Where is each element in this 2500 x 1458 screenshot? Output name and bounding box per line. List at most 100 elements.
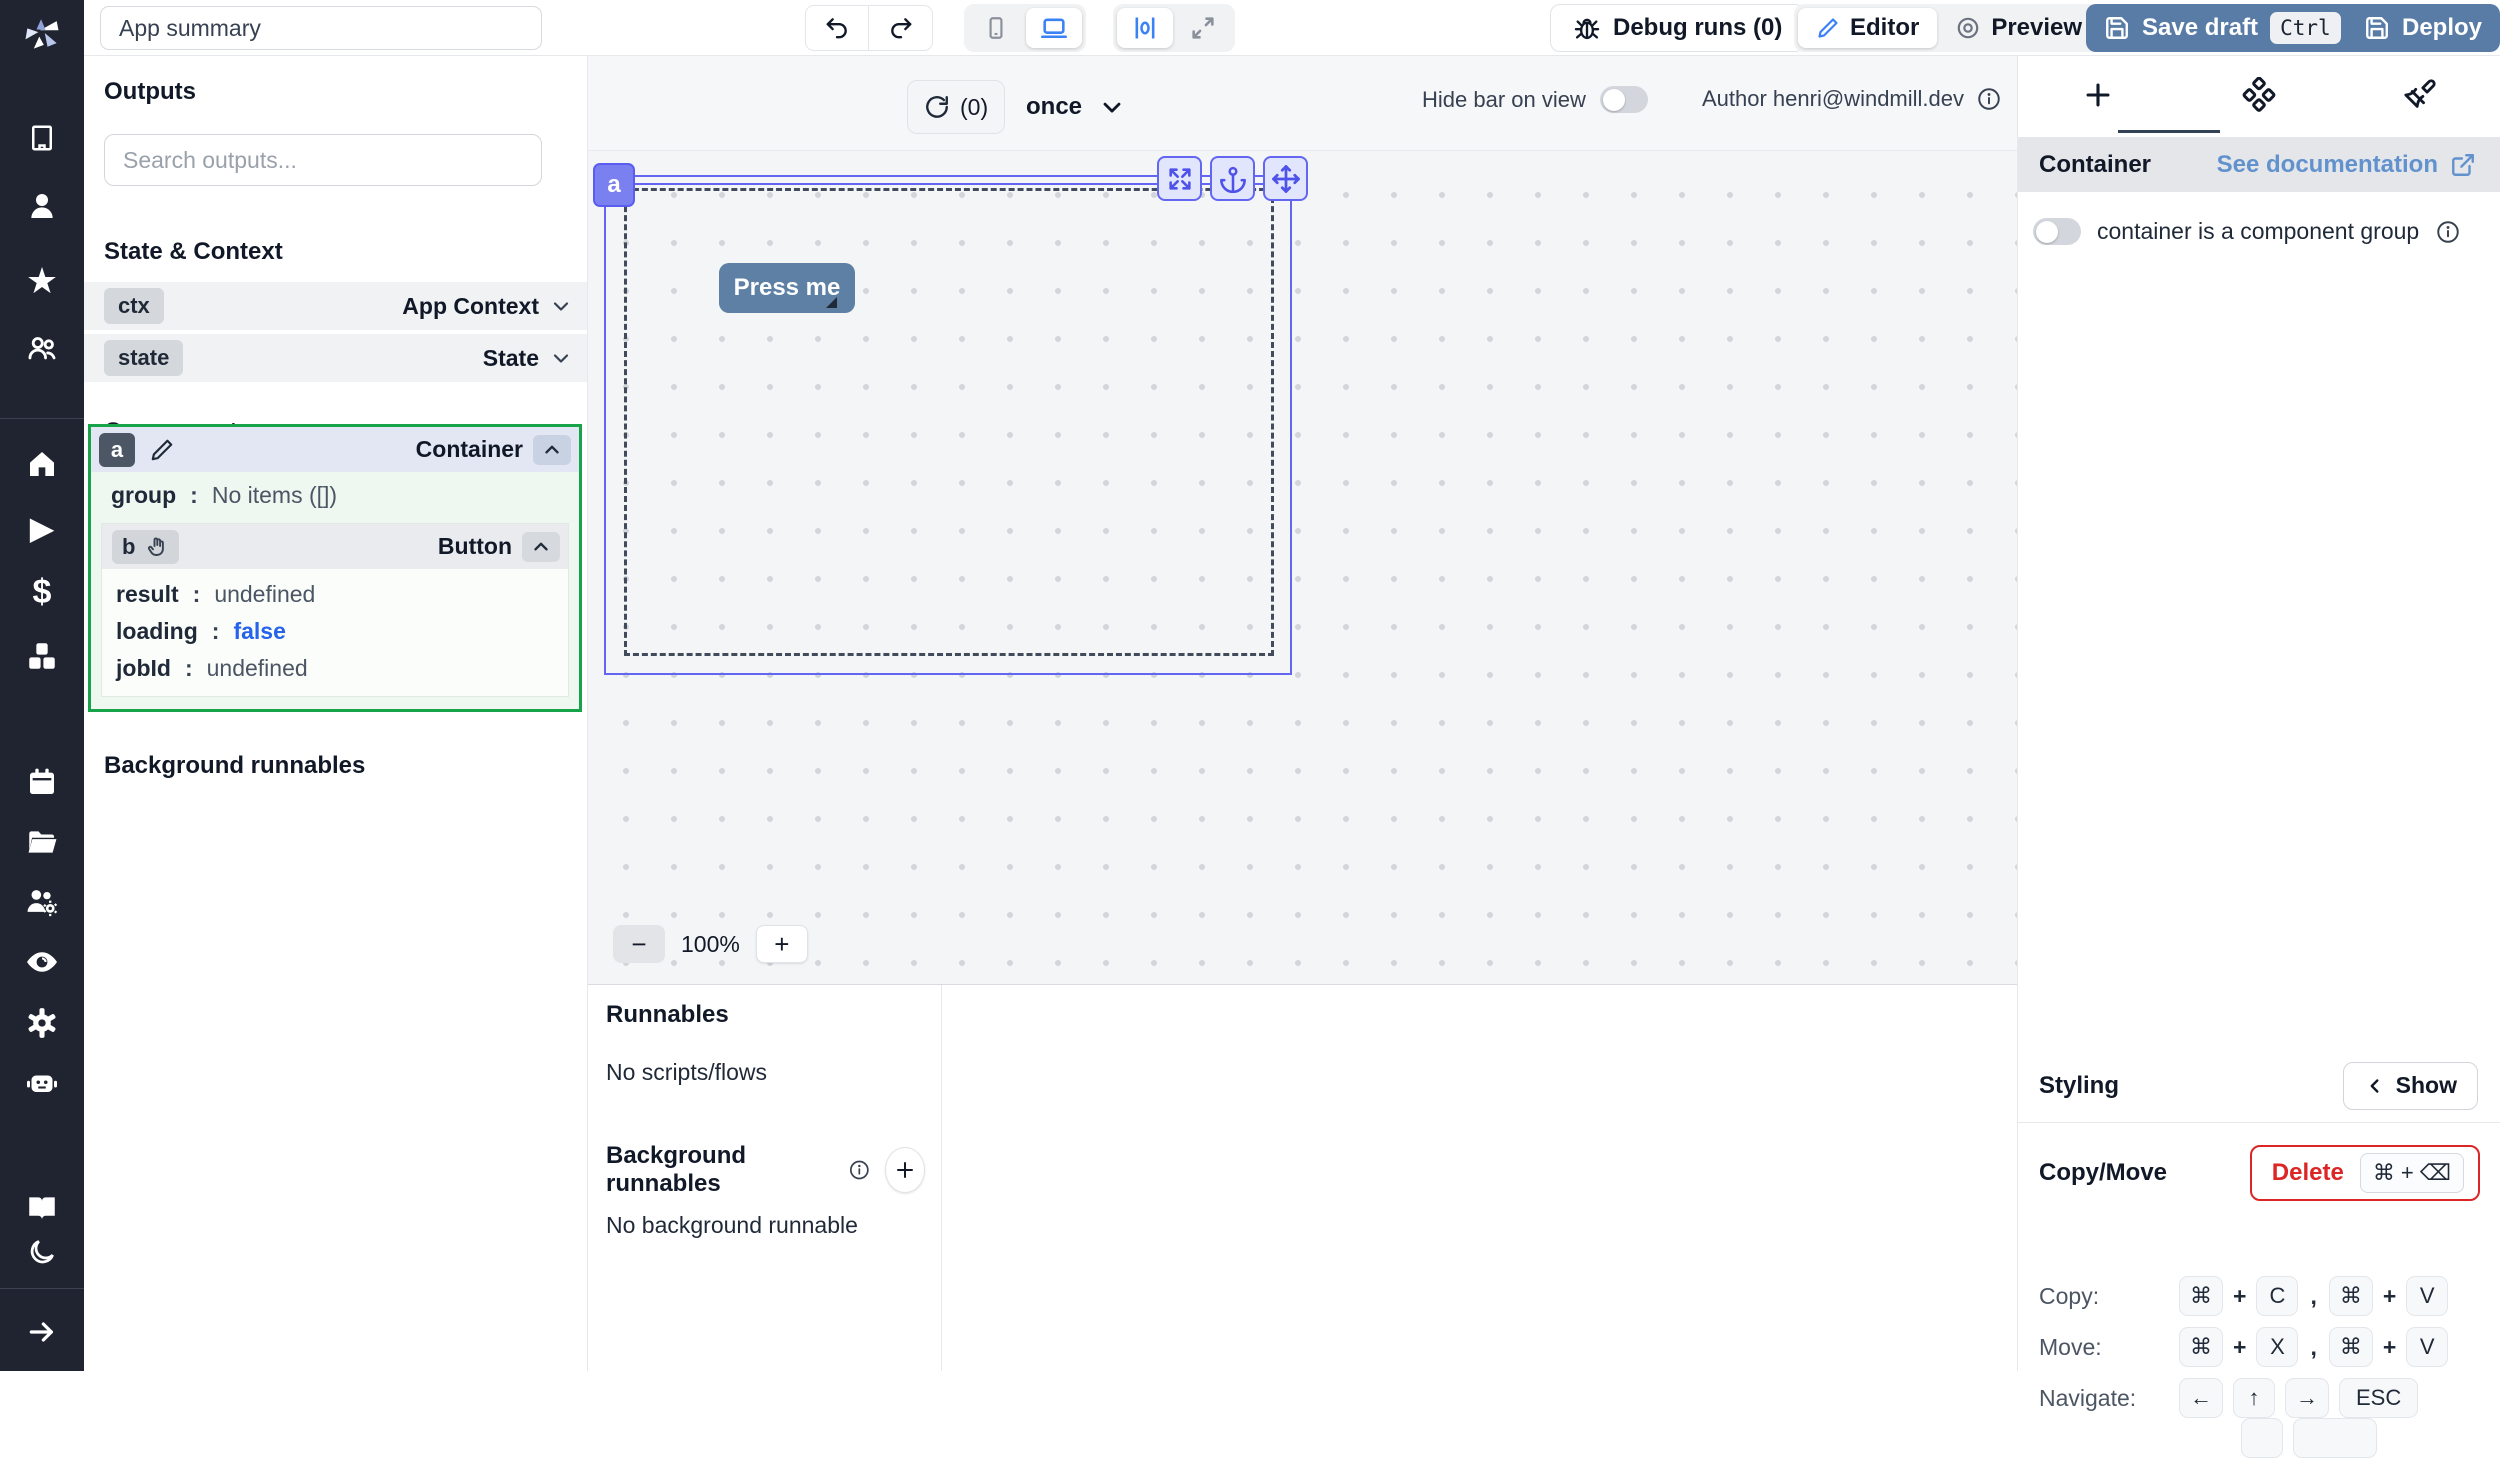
tab-preview[interactable]: Preview bbox=[1937, 8, 2100, 48]
move-handle[interactable] bbox=[1263, 156, 1308, 201]
sidebar-expand-button[interactable] bbox=[0, 1312, 84, 1352]
output-row-state[interactable]: state State bbox=[84, 334, 587, 382]
press-me-button[interactable]: Press me bbox=[719, 263, 855, 313]
app-rail: ★ ▶ $ bbox=[0, 0, 84, 1371]
schedule-dropdown[interactable]: once bbox=[1026, 80, 1126, 134]
pencil-icon[interactable] bbox=[149, 437, 175, 463]
mobile-view-button[interactable] bbox=[968, 8, 1024, 48]
hide-bar-toggle[interactable] bbox=[1600, 86, 1648, 113]
undo-icon bbox=[824, 15, 850, 41]
add-background-runnable-button[interactable] bbox=[885, 1147, 925, 1193]
background-runnables-header: Background runnables bbox=[606, 1142, 925, 1198]
sidebar-item-schedules[interactable] bbox=[0, 762, 84, 802]
container-component-header[interactable]: a Container bbox=[91, 427, 579, 472]
sidebar-item-workspace[interactable] bbox=[0, 118, 84, 158]
see-documentation-link[interactable]: See documentation bbox=[2217, 151, 2476, 179]
button-result-row: result : undefined bbox=[102, 569, 568, 610]
app-summary-input[interactable] bbox=[100, 6, 542, 50]
preview-icon bbox=[1955, 15, 1981, 41]
search-outputs-input[interactable] bbox=[104, 134, 542, 186]
anchor-icon bbox=[1219, 165, 1247, 193]
sidebar-item-theme[interactable] bbox=[0, 1232, 84, 1272]
cmd-key: ⌘ bbox=[2329, 1276, 2373, 1316]
delete-kbd-chip: ⌘ + ⌫ bbox=[2360, 1153, 2464, 1193]
rail-divider bbox=[0, 418, 84, 419]
windmill-logo[interactable] bbox=[0, 10, 84, 56]
sidebar-item-workers[interactable] bbox=[0, 882, 84, 922]
redo-button[interactable] bbox=[869, 5, 933, 51]
refresh-button[interactable]: (0) bbox=[907, 80, 1005, 134]
output-row-ctx[interactable]: ctx App Context bbox=[84, 282, 587, 330]
component-settings-header: Container See documentation bbox=[2018, 137, 2500, 192]
ctx-type-label: App Context bbox=[402, 293, 539, 320]
tab-editor[interactable]: Editor bbox=[1798, 8, 1937, 48]
sidebar-item-ai[interactable] bbox=[0, 1063, 84, 1103]
sidebar-item-folders[interactable] bbox=[0, 822, 84, 862]
play-icon: ▶ bbox=[30, 512, 55, 544]
zoom-out-button[interactable]: − bbox=[613, 925, 665, 963]
info-icon[interactable] bbox=[2435, 219, 2461, 245]
desktop-view-button[interactable] bbox=[1026, 8, 1082, 48]
runnables-list: Runnables No scripts/flows Background ru… bbox=[588, 985, 942, 1371]
expand-icon bbox=[1189, 14, 1217, 42]
preview-label: Preview bbox=[1991, 14, 2082, 42]
sidebar-item-user[interactable] bbox=[0, 186, 84, 226]
runnables-empty: No scripts/flows bbox=[606, 1059, 925, 1086]
move-shortcut-row: Move: ⌘ + X , ⌘ + V bbox=[2039, 1327, 2448, 1367]
v-key: V bbox=[2406, 1327, 2448, 1367]
paintbrush-icon bbox=[2403, 78, 2437, 112]
sidebar-item-home[interactable] bbox=[0, 444, 84, 484]
anchor-handle[interactable] bbox=[1210, 156, 1255, 201]
zoom-in-button[interactable]: + bbox=[756, 925, 808, 963]
deploy-button[interactable]: Deploy bbox=[2346, 4, 2500, 52]
component-group-toggle[interactable] bbox=[2033, 218, 2081, 245]
chevron-down-icon[interactable] bbox=[549, 346, 573, 370]
deploy-icon bbox=[2364, 15, 2390, 41]
editor-preview-toggle: Editor Preview bbox=[1794, 4, 2104, 52]
collapse-button-button[interactable] bbox=[522, 532, 560, 562]
delete-component-button[interactable]: Delete ⌘ + ⌫ bbox=[2250, 1145, 2480, 1201]
center-layout-button[interactable] bbox=[1117, 8, 1173, 48]
calendar-icon bbox=[26, 766, 58, 798]
chevron-up-icon bbox=[541, 439, 563, 461]
refresh-count: (0) bbox=[960, 94, 988, 121]
pencil-icon bbox=[1816, 16, 1840, 40]
sidebar-item-docs[interactable] bbox=[0, 1188, 84, 1228]
c-key: C bbox=[2256, 1276, 2298, 1316]
debug-runs-button[interactable]: Debug runs (0) bbox=[1550, 4, 1805, 52]
info-icon[interactable] bbox=[1976, 86, 2002, 112]
button-component-header[interactable]: b Button bbox=[102, 524, 568, 569]
sidebar-item-settings[interactable] bbox=[0, 1003, 84, 1043]
laptop-icon bbox=[1040, 14, 1068, 42]
active-tab-underline bbox=[2118, 130, 2220, 133]
author-info: Author henri@windmill.dev bbox=[1702, 86, 2002, 112]
chevron-down-icon[interactable] bbox=[549, 294, 573, 318]
resize-corner-handle[interactable] bbox=[826, 297, 837, 308]
component-id-chip[interactable]: a bbox=[593, 163, 635, 207]
component-tree-container: a Container group : No items ([]) b Butt… bbox=[88, 424, 582, 712]
container-drop-zone[interactable] bbox=[624, 188, 1274, 656]
runnables-panel: Runnables No scripts/flows Background ru… bbox=[588, 984, 2017, 1371]
tab-insert-component[interactable] bbox=[2018, 56, 2179, 133]
tab-styling[interactable] bbox=[2339, 56, 2500, 133]
background-runnables-title: Background runnables bbox=[104, 752, 365, 780]
sidebar-item-variables[interactable]: $ bbox=[0, 572, 84, 612]
outputs-title: Outputs bbox=[104, 78, 587, 106]
sidebar-item-runs[interactable]: ▶ bbox=[0, 508, 84, 548]
hand-pointer-icon bbox=[145, 535, 169, 559]
undo-button[interactable] bbox=[805, 5, 869, 51]
sidebar-item-resources[interactable] bbox=[0, 636, 84, 676]
info-icon[interactable] bbox=[848, 1157, 871, 1183]
sidebar-item-audit[interactable] bbox=[0, 942, 84, 982]
tab-component-settings[interactable] bbox=[2179, 56, 2340, 133]
sidebar-item-groups[interactable] bbox=[0, 328, 84, 368]
fullwidth-layout-button[interactable] bbox=[1175, 8, 1231, 48]
show-styling-button[interactable]: Show bbox=[2343, 1062, 2478, 1110]
canvas-toolbar: (0) once Hide bar on view Author henri@w… bbox=[588, 56, 2017, 151]
editor-label: Editor bbox=[1850, 14, 1919, 42]
sidebar-item-favorites[interactable]: ★ bbox=[0, 261, 84, 301]
navigate-shortcut-row: Navigate: ← ↑ → ESC bbox=[2039, 1378, 2418, 1418]
collapse-container-button[interactable] bbox=[533, 435, 571, 465]
component-group-setting: container is a component group bbox=[2033, 218, 2461, 245]
expand-handle[interactable] bbox=[1157, 156, 1202, 201]
